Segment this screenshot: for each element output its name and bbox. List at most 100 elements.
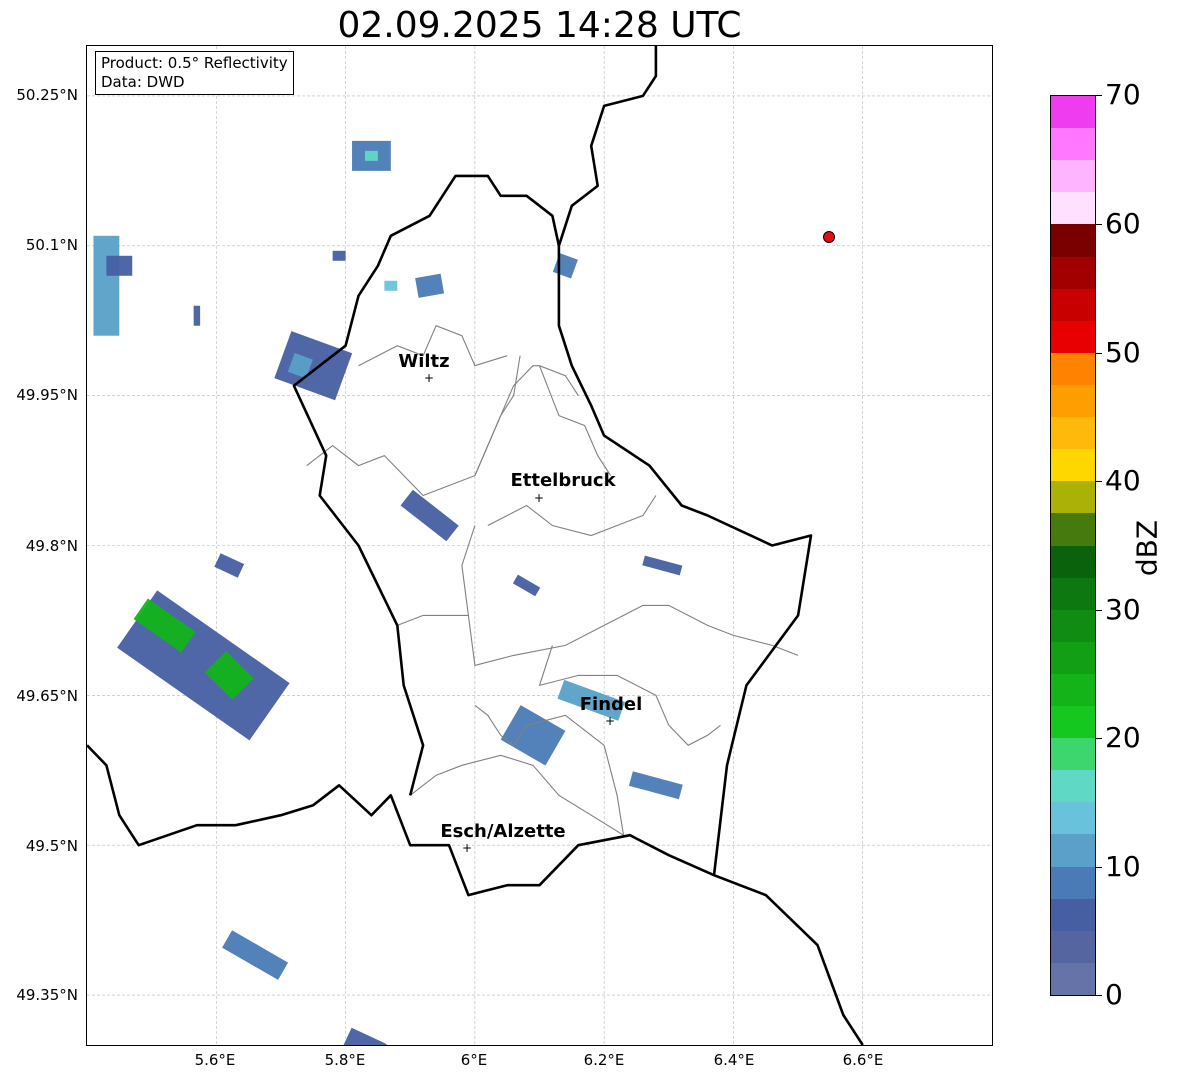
city-label-esch-alzette: Esch/Alzette [440, 821, 566, 842]
colorbar-tick-label: 20 [1105, 721, 1141, 754]
city-marker-icon: + [533, 491, 545, 505]
colorbar-band [1051, 127, 1095, 161]
graticule [87, 46, 992, 1045]
reflectivity-echo [400, 489, 459, 542]
reflectivity-echo [642, 555, 683, 576]
reflectivity-echo [512, 574, 541, 597]
colorbar-band [1051, 288, 1095, 321]
colorbar-tick [1096, 610, 1102, 611]
colorbar-tick [1096, 353, 1102, 354]
lon-tick-label: 6.2°E [583, 1051, 625, 1069]
colorbar-band [1051, 352, 1095, 385]
colorbar-band [1051, 545, 1095, 578]
canton-boundary [487, 495, 657, 537]
colorbar-tick-label: 40 [1105, 464, 1141, 497]
country-border [713, 873, 864, 1045]
colorbar-tick [1096, 995, 1102, 996]
colorbar-band [1051, 801, 1095, 835]
country-border [87, 46, 813, 897]
city-marker-icon: + [461, 841, 473, 855]
lon-tick-label: 6.6°E [842, 1051, 884, 1069]
lat-tick-label: 49.95°N [16, 386, 78, 404]
city-label-ettelbruck: Ettelbruck [510, 470, 616, 491]
colorbar-band [1051, 930, 1095, 963]
colorbar-band [1051, 577, 1095, 610]
colorbar-band [1051, 962, 1095, 995]
colorbar-band [1051, 96, 1095, 129]
lat-tick-label: 49.35°N [16, 986, 78, 1004]
colorbar-band [1051, 769, 1095, 803]
colorbar-band [1051, 833, 1095, 867]
city-marker-icon: + [604, 714, 616, 728]
colorbar-tick-label: 0 [1105, 978, 1123, 1011]
lat-tick-label: 50.1°N [25, 236, 78, 254]
product-label: Product: 0.5° Reflectivity [101, 54, 288, 72]
reflectivity-echo [274, 331, 353, 401]
colorbar-band [1051, 159, 1095, 193]
colorbar-tick [1096, 224, 1102, 225]
colorbar-tick [1096, 481, 1102, 482]
canton-boundary [474, 365, 579, 476]
map-title: 02.09.2025 14:28 UTC [337, 5, 742, 46]
reflectivity-echo [384, 280, 398, 291]
reflectivity-echo [222, 930, 289, 980]
colorbar-band [1051, 737, 1095, 771]
canton-boundary [461, 525, 799, 667]
radar-map[interactable] [86, 45, 993, 1046]
reflectivity-echo [552, 253, 578, 279]
colorbar-band [1051, 416, 1095, 450]
reflectivity-echo [364, 150, 378, 161]
colorbar-band [1051, 641, 1095, 674]
lon-tick-label: 6.4°E [713, 1051, 755, 1069]
colorbar-band [1051, 705, 1095, 739]
colorbar-band [1051, 512, 1095, 546]
data-source-label: Data: DWD [101, 73, 185, 91]
colorbar-tick-label: 60 [1105, 207, 1141, 240]
colorbar [1050, 95, 1096, 996]
canton-boundary [668, 724, 721, 746]
colorbar-band [1051, 866, 1095, 899]
lat-tick-label: 49.5°N [25, 837, 78, 855]
colorbar-band [1051, 223, 1095, 257]
reflectivity-echo [106, 255, 133, 276]
colorbar-band [1051, 673, 1095, 707]
reflectivity-echo [193, 305, 201, 326]
colorbar-tick-label: 50 [1105, 336, 1141, 369]
city-label-findel: Findel [579, 694, 643, 715]
lat-tick-label: 50.25°N [16, 86, 78, 104]
colorbar-band [1051, 191, 1095, 225]
radar-site-marker [823, 231, 835, 243]
colorbar-band [1051, 898, 1095, 931]
colorbar-tick [1096, 867, 1102, 868]
colorbar-tick-label: 10 [1105, 850, 1141, 883]
reflectivity-echo [500, 705, 566, 766]
reflectivity-echoes [93, 53, 683, 1045]
lat-tick-label: 49.65°N [16, 687, 78, 705]
lon-tick-label: 5.6°E [194, 1051, 236, 1069]
colorbar-band [1051, 256, 1095, 289]
colorbar-tick [1096, 738, 1102, 739]
product-info-box: Product: 0.5° Reflectivity Data: DWD [95, 51, 294, 95]
canton-boundaries [306, 324, 799, 836]
lat-tick-label: 49.8°N [25, 537, 78, 555]
reflectivity-echo [415, 273, 445, 298]
city-marker-icon: + [423, 371, 435, 385]
lon-tick-label: 6°E [460, 1051, 488, 1069]
reflectivity-echo [214, 553, 245, 578]
colorbar-band [1051, 320, 1095, 353]
reflectivity-echo [628, 771, 683, 800]
reflectivity-echo [343, 1027, 387, 1045]
canton-boundary [603, 745, 625, 836]
city-label-wiltz: Wiltz [398, 351, 450, 372]
colorbar-tick-label: 70 [1105, 78, 1141, 111]
colorbar-band [1051, 480, 1095, 514]
canton-boundary [397, 614, 469, 626]
colorbar-band [1051, 448, 1095, 482]
map-canvas [87, 46, 992, 1045]
colorbar-band [1051, 609, 1095, 642]
colorbar-band [1051, 384, 1095, 418]
lon-tick-label: 5.8°E [324, 1051, 366, 1069]
canton-boundary [538, 365, 612, 476]
reflectivity-echo [93, 235, 120, 336]
colorbar-tick [1096, 95, 1102, 96]
